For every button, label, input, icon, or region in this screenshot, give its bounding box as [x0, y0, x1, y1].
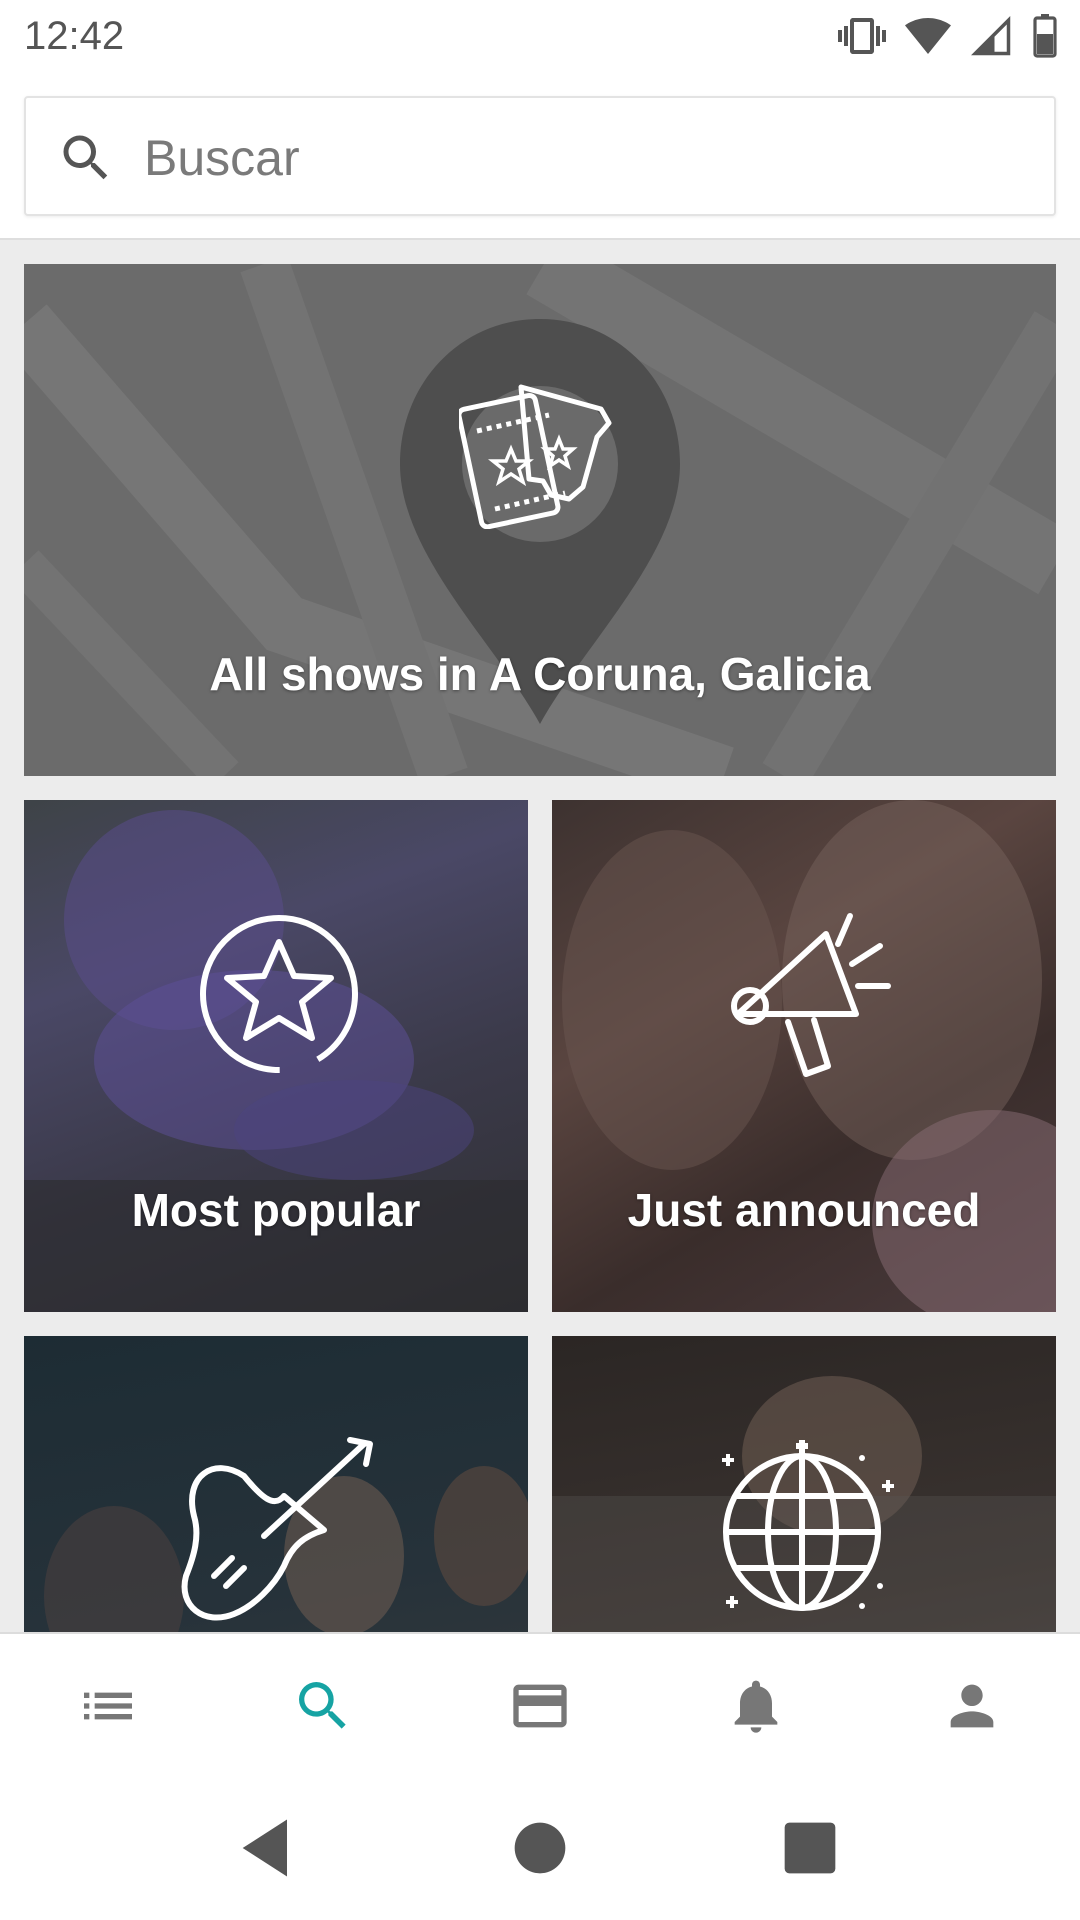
- card-most-popular-label: Most popular: [131, 1184, 421, 1236]
- nav-feed[interactable]: [72, 1670, 144, 1742]
- globe-icon: [722, 1440, 894, 1611]
- person-icon: [950, 1684, 994, 1728]
- ticket-card-icon: [513, 1684, 567, 1728]
- list-icon: [84, 1692, 132, 1720]
- back-icon[interactable]: [230, 1810, 306, 1886]
- card-just-announced-label: Just announced: [627, 1184, 981, 1236]
- home-icon[interactable]: [502, 1810, 578, 1886]
- bell-icon: [734, 1680, 778, 1733]
- battery-icon: [1033, 14, 1057, 58]
- status-icons: [838, 12, 1060, 60]
- vibrate-icon: [838, 18, 886, 54]
- bottom-nav: [0, 1632, 1080, 1776]
- status-bar: 12:42: [0, 0, 1080, 72]
- wifi-icon: [905, 18, 951, 54]
- guitar-icon: [181, 1437, 373, 1621]
- signal-icon: [971, 16, 1011, 56]
- category-grid: All shows in A Coruna, Galicia Most popu…: [0, 240, 1080, 1632]
- tickets-location-icon: [459, 384, 612, 529]
- search-box[interactable]: [24, 96, 1056, 216]
- card-just-announced[interactable]: Just announced: [552, 800, 1056, 1312]
- card-all-shows[interactable]: All shows in A Coruna, Galicia: [24, 264, 1056, 776]
- search-icon: [63, 135, 108, 180]
- card-rock[interactable]: [24, 1336, 528, 1632]
- star-badge-icon: [200, 915, 358, 1073]
- card-all-shows-label: All shows in A Coruna, Galicia: [209, 648, 871, 700]
- recents-icon[interactable]: [772, 1810, 848, 1886]
- search-header: [0, 72, 1080, 240]
- search-icon: [299, 1682, 346, 1729]
- card-most-popular[interactable]: Most popular: [24, 800, 528, 1312]
- nav-profile[interactable]: [936, 1670, 1008, 1742]
- search-input[interactable]: [144, 124, 1024, 192]
- nav-tickets[interactable]: [504, 1670, 576, 1742]
- nav-notifications[interactable]: [720, 1670, 792, 1742]
- system-nav-bar: [0, 1776, 1080, 1920]
- card-world[interactable]: [552, 1336, 1056, 1632]
- megaphone-icon: [731, 913, 891, 1077]
- status-time: 12:42: [24, 14, 125, 58]
- nav-search[interactable]: [287, 1670, 359, 1742]
